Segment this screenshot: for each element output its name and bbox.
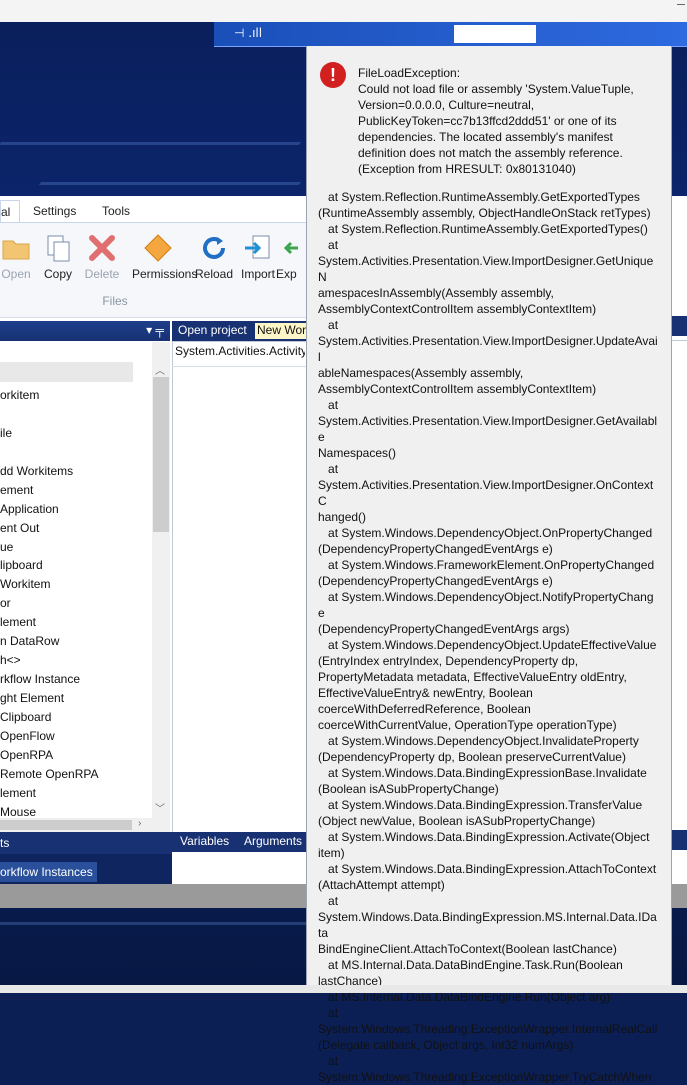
import-icon [243, 233, 273, 263]
list-item[interactable]: lipboard [0, 558, 43, 572]
reload-icon [199, 233, 229, 263]
chevron-up-icon[interactable]: ︿ [155, 362, 165, 377]
list-item[interactable]: ue [0, 540, 13, 554]
stack-trace: at System.Reflection.RuntimeAssembly.Get… [318, 190, 658, 1084]
export-button-label: Exp [276, 267, 297, 281]
bottom-edge-strip [0, 985, 687, 993]
list-item[interactable]: n DataRow [0, 634, 59, 648]
designer-bottom-tabs: Variables Arguments [172, 832, 306, 852]
copy-button-label: Copy [43, 267, 72, 281]
right-panel-body [670, 340, 687, 369]
list-item[interactable]: h<> [0, 653, 21, 667]
tray-icons[interactable]: ⊣ .ıll [234, 26, 262, 40]
designer-divider [172, 366, 306, 367]
list-item[interactable]: Mouse [0, 805, 36, 818]
list-item[interactable]: Workitem [0, 577, 50, 591]
list-item[interactable]: OpenRPA [0, 748, 53, 762]
list-item[interactable]: Application [0, 502, 59, 516]
list-item[interactable]: lement [0, 786, 36, 800]
list-item[interactable]: ght Element [0, 691, 64, 705]
import-button-label: Import [240, 267, 275, 281]
list-item[interactable]: OpenFlow [0, 729, 55, 743]
selected-row-highlight [0, 362, 133, 382]
ribbon: Open Copy Delete Permissions Reload Impo… [0, 222, 310, 318]
list-item[interactable]: rkflow Instance [0, 672, 80, 686]
ribbon-tabs: al Settings Tools [0, 200, 310, 223]
taskbar-redacted-box [454, 25, 536, 43]
tab-general[interactable]: al [0, 200, 20, 223]
error-icon: ! [320, 62, 346, 88]
list-item[interactable]: orkitem [0, 388, 39, 402]
folder-icon [1, 233, 31, 263]
tab-tools[interactable]: Tools [102, 200, 130, 222]
open-button-label: Open [1, 267, 31, 281]
ribbon-group-files: Files [102, 294, 128, 308]
tab-variables[interactable]: Variables [180, 834, 229, 848]
error-message: FileLoadException: Could not load file o… [358, 66, 634, 176]
taskbar: ⊣ .ıll [214, 22, 687, 47]
list-item[interactable]: ement [0, 483, 33, 497]
reload-button-label: Reload [194, 267, 234, 281]
delete-button[interactable]: Delete [76, 233, 128, 281]
top-strip [0, 0, 687, 22]
scrollbar-thumb[interactable] [0, 820, 132, 830]
right-panel-header [670, 316, 687, 336]
delete-button-label: Delete [84, 267, 120, 281]
designer-activity-breadcrumb: System.Activities.Activity [175, 344, 305, 358]
right-panel-footer [670, 830, 687, 850]
chevron-right-icon[interactable]: › [138, 818, 141, 829]
toolbox-header: ▾ ╤ [0, 321, 170, 341]
pin-icon[interactable]: ▾ ╤ [146, 323, 164, 337]
chevron-down-icon[interactable]: ﹀ [155, 800, 165, 815]
tab-settings[interactable]: Settings [33, 200, 76, 222]
background-streak [0, 142, 302, 145]
list-item[interactable]: or [0, 596, 11, 610]
tab-arguments[interactable]: Arguments [244, 834, 302, 848]
minimize-dash [677, 4, 685, 5]
list-item[interactable]: Remote OpenRPA [0, 767, 99, 781]
tab-open-project[interactable]: Open project [178, 323, 247, 337]
background-streak [38, 182, 302, 185]
workflow-designer[interactable] [172, 341, 308, 833]
list-item[interactable]: ent Out [0, 521, 39, 535]
permissions-button[interactable]: Permissions [132, 233, 197, 281]
toolbox-horizontal-scrollbar[interactable]: › [0, 818, 170, 832]
tab-new-workflow[interactable]: New Wor [255, 323, 308, 339]
list-item[interactable]: Clipboard [0, 710, 51, 724]
toolbox-vertical-scrollbar[interactable]: ︿ ﹀ [152, 342, 170, 818]
key-icon [143, 233, 173, 263]
list-item[interactable]: dd Workitems [0, 464, 73, 478]
list-item[interactable]: lement [0, 615, 36, 629]
scrollbar-thumb[interactable] [153, 377, 169, 532]
background-streak [0, 922, 312, 925]
copy-icon [43, 233, 73, 263]
toolbox-footer-tab[interactable]: ts [0, 832, 172, 854]
delete-x-icon [87, 233, 117, 263]
toolbox-list: orkitem ile dd Workitems ement Applicati… [0, 342, 152, 818]
list-item[interactable]: ile [0, 426, 12, 440]
workflow-instances-tab[interactable]: orkflow Instances [0, 862, 97, 882]
